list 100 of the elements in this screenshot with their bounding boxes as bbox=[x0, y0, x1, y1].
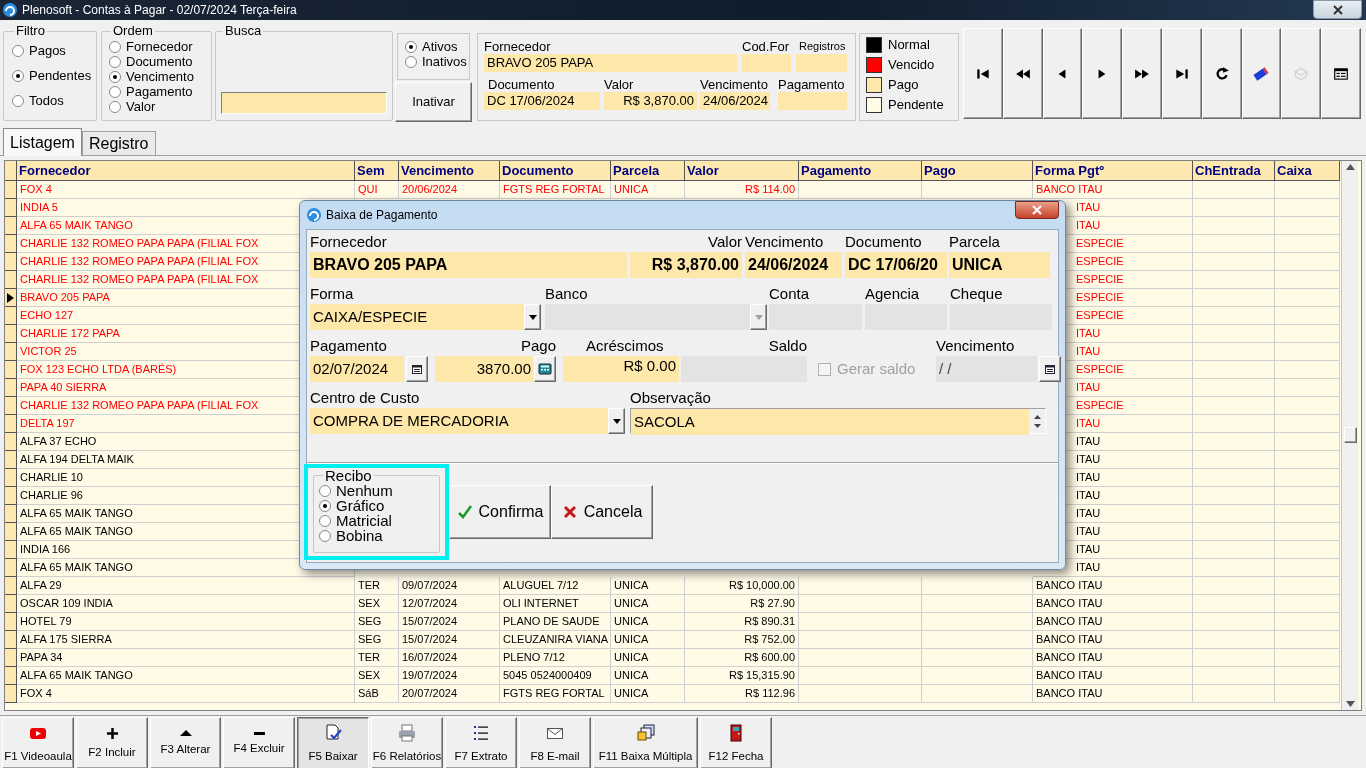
row-indicator[interactable] bbox=[5, 217, 17, 235]
order-radio[interactable]: Vencimento bbox=[109, 69, 211, 84]
toolbar-button[interactable]: F11 Baixa Múltipla bbox=[593, 717, 698, 768]
filter-radio[interactable]: Pagos bbox=[12, 43, 96, 58]
row-indicator[interactable] bbox=[5, 415, 17, 433]
table-cell: UNICA bbox=[611, 181, 685, 199]
toolbar-button[interactable]: F4 Excluir bbox=[223, 717, 295, 768]
active-radio[interactable]: Ativos bbox=[405, 39, 469, 54]
toolbar-button[interactable]: F12 Fecha bbox=[700, 717, 772, 768]
row-indicator[interactable] bbox=[5, 541, 17, 559]
nav-button[interactable] bbox=[1122, 28, 1162, 119]
row-indicator[interactable] bbox=[5, 613, 17, 631]
row-indicator[interactable] bbox=[5, 181, 17, 199]
table-cell: R$ 752.00 bbox=[685, 631, 799, 649]
row-indicator[interactable] bbox=[5, 397, 17, 415]
active-radio[interactable]: Inativos bbox=[405, 54, 469, 69]
dialog-button[interactable]: Cancela bbox=[551, 485, 653, 539]
row-indicator[interactable] bbox=[5, 595, 17, 613]
order-radio[interactable]: Pagamento bbox=[109, 84, 211, 99]
tab[interactable]: Registro bbox=[81, 131, 156, 155]
search-field[interactable] bbox=[221, 92, 387, 114]
row-indicator[interactable] bbox=[5, 253, 17, 271]
table-cell: UNICA bbox=[611, 667, 685, 685]
row-indicator[interactable] bbox=[5, 433, 17, 451]
table-cell: CLEUZANIRA VIANA bbox=[500, 631, 611, 649]
filter-radio[interactable]: Todos bbox=[12, 93, 96, 108]
dialog-button[interactable]: Confirma bbox=[449, 485, 551, 539]
row-indicator[interactable] bbox=[5, 325, 17, 343]
toolbar-button[interactable]: F2 Incluir bbox=[76, 717, 148, 768]
tab[interactable]: Listagem bbox=[3, 128, 82, 156]
nav-button[interactable] bbox=[1002, 28, 1043, 119]
nav-button[interactable] bbox=[1082, 28, 1123, 119]
memo-field[interactable]: SACOLA bbox=[630, 408, 1046, 434]
order-radio[interactable]: Fornecedor bbox=[109, 39, 211, 54]
text-field[interactable]: BRAVO 205 PAPA bbox=[484, 54, 737, 72]
order-radio[interactable]: Documento bbox=[109, 54, 211, 69]
text-field[interactable] bbox=[778, 92, 847, 110]
table-cell: PAPA 34 bbox=[17, 649, 355, 667]
table-cell bbox=[1275, 559, 1340, 577]
app-icon bbox=[2, 2, 18, 18]
text-field[interactable]: DC 17/06/20 bbox=[845, 252, 947, 278]
row-indicator[interactable] bbox=[5, 649, 17, 667]
row-indicator[interactable] bbox=[5, 577, 17, 595]
row-indicator[interactable] bbox=[5, 271, 17, 289]
row-indicator[interactable] bbox=[5, 667, 17, 685]
row-indicator[interactable] bbox=[5, 487, 17, 505]
table-cell: R$ 112.96 bbox=[685, 685, 799, 703]
row-indicator[interactable] bbox=[5, 469, 17, 487]
row-indicator[interactable] bbox=[5, 361, 17, 379]
text-field[interactable]: UNICA bbox=[949, 252, 1050, 278]
toolbar-button[interactable]: F7 Extrato bbox=[445, 717, 517, 768]
scrollbar[interactable] bbox=[1341, 161, 1358, 710]
toolbar-button[interactable]: F8 E-mail bbox=[519, 717, 591, 768]
table-cell bbox=[1275, 217, 1340, 235]
text-field[interactable]: DC 17/06/2024 bbox=[484, 92, 600, 110]
row-indicator[interactable] bbox=[5, 685, 17, 703]
inactivate-button[interactable]: Inativar bbox=[395, 82, 472, 122]
field-label: Vencimento bbox=[936, 337, 1016, 356]
text-field[interactable] bbox=[742, 54, 791, 72]
toolbar-button[interactable]: F3 Alterar bbox=[150, 717, 221, 768]
text-field[interactable]: 24/06/2024 bbox=[700, 92, 770, 110]
table-cell: 15/07/2024 bbox=[399, 631, 500, 649]
text-field[interactable]: BRAVO 205 PAPA bbox=[310, 252, 627, 278]
table-cell: SáB bbox=[355, 685, 399, 703]
row-indicator[interactable] bbox=[5, 307, 17, 325]
row-indicator[interactable] bbox=[5, 289, 17, 307]
nav-button[interactable] bbox=[1042, 28, 1083, 119]
row-indicator[interactable] bbox=[5, 451, 17, 469]
text-field[interactable]: R$ 0.00 bbox=[563, 356, 679, 382]
text-field[interactable]: R$ 3,870.00 bbox=[604, 92, 697, 110]
nav-button[interactable] bbox=[963, 28, 1003, 119]
order-radio[interactable]: Valor bbox=[109, 99, 211, 114]
nav-button[interactable] bbox=[1201, 28, 1242, 119]
row-indicator[interactable] bbox=[5, 559, 17, 577]
toolbar-button[interactable]: F1 Videoaula bbox=[2, 717, 74, 768]
text-field[interactable]: R$ 3,870.00 bbox=[630, 252, 742, 278]
filter-radio[interactable]: Pendentes bbox=[12, 68, 96, 83]
field-label: Documento bbox=[845, 233, 923, 252]
text-field[interactable]: 24/06/2024 bbox=[745, 252, 842, 278]
row-indicator[interactable] bbox=[5, 199, 17, 217]
close-button[interactable] bbox=[1015, 201, 1059, 219]
row-indicator[interactable] bbox=[5, 631, 17, 649]
row-indicator[interactable] bbox=[5, 523, 17, 541]
legend-label: Pendente bbox=[888, 97, 944, 113]
column-header: Caixa bbox=[1275, 161, 1340, 181]
text-field[interactable] bbox=[796, 54, 847, 72]
close-button[interactable] bbox=[1313, 0, 1362, 19]
scroll-thumb[interactable] bbox=[1343, 427, 1357, 443]
toolbar-button[interactable]: F5 Baixar bbox=[297, 717, 369, 768]
nav-button[interactable] bbox=[1321, 28, 1361, 119]
nav-button[interactable] bbox=[1281, 28, 1322, 119]
nav-button[interactable] bbox=[1162, 28, 1202, 119]
row-indicator[interactable] bbox=[5, 379, 17, 397]
row-indicator[interactable] bbox=[5, 235, 17, 253]
nav-button[interactable] bbox=[1241, 28, 1282, 119]
row-indicator[interactable] bbox=[5, 505, 17, 523]
table-cell: SEX bbox=[355, 595, 399, 613]
row-indicator[interactable] bbox=[5, 343, 17, 361]
toolbar-button[interactable]: F6 Relatórios bbox=[371, 717, 443, 768]
scroll-down-icon bbox=[1345, 701, 1355, 707]
